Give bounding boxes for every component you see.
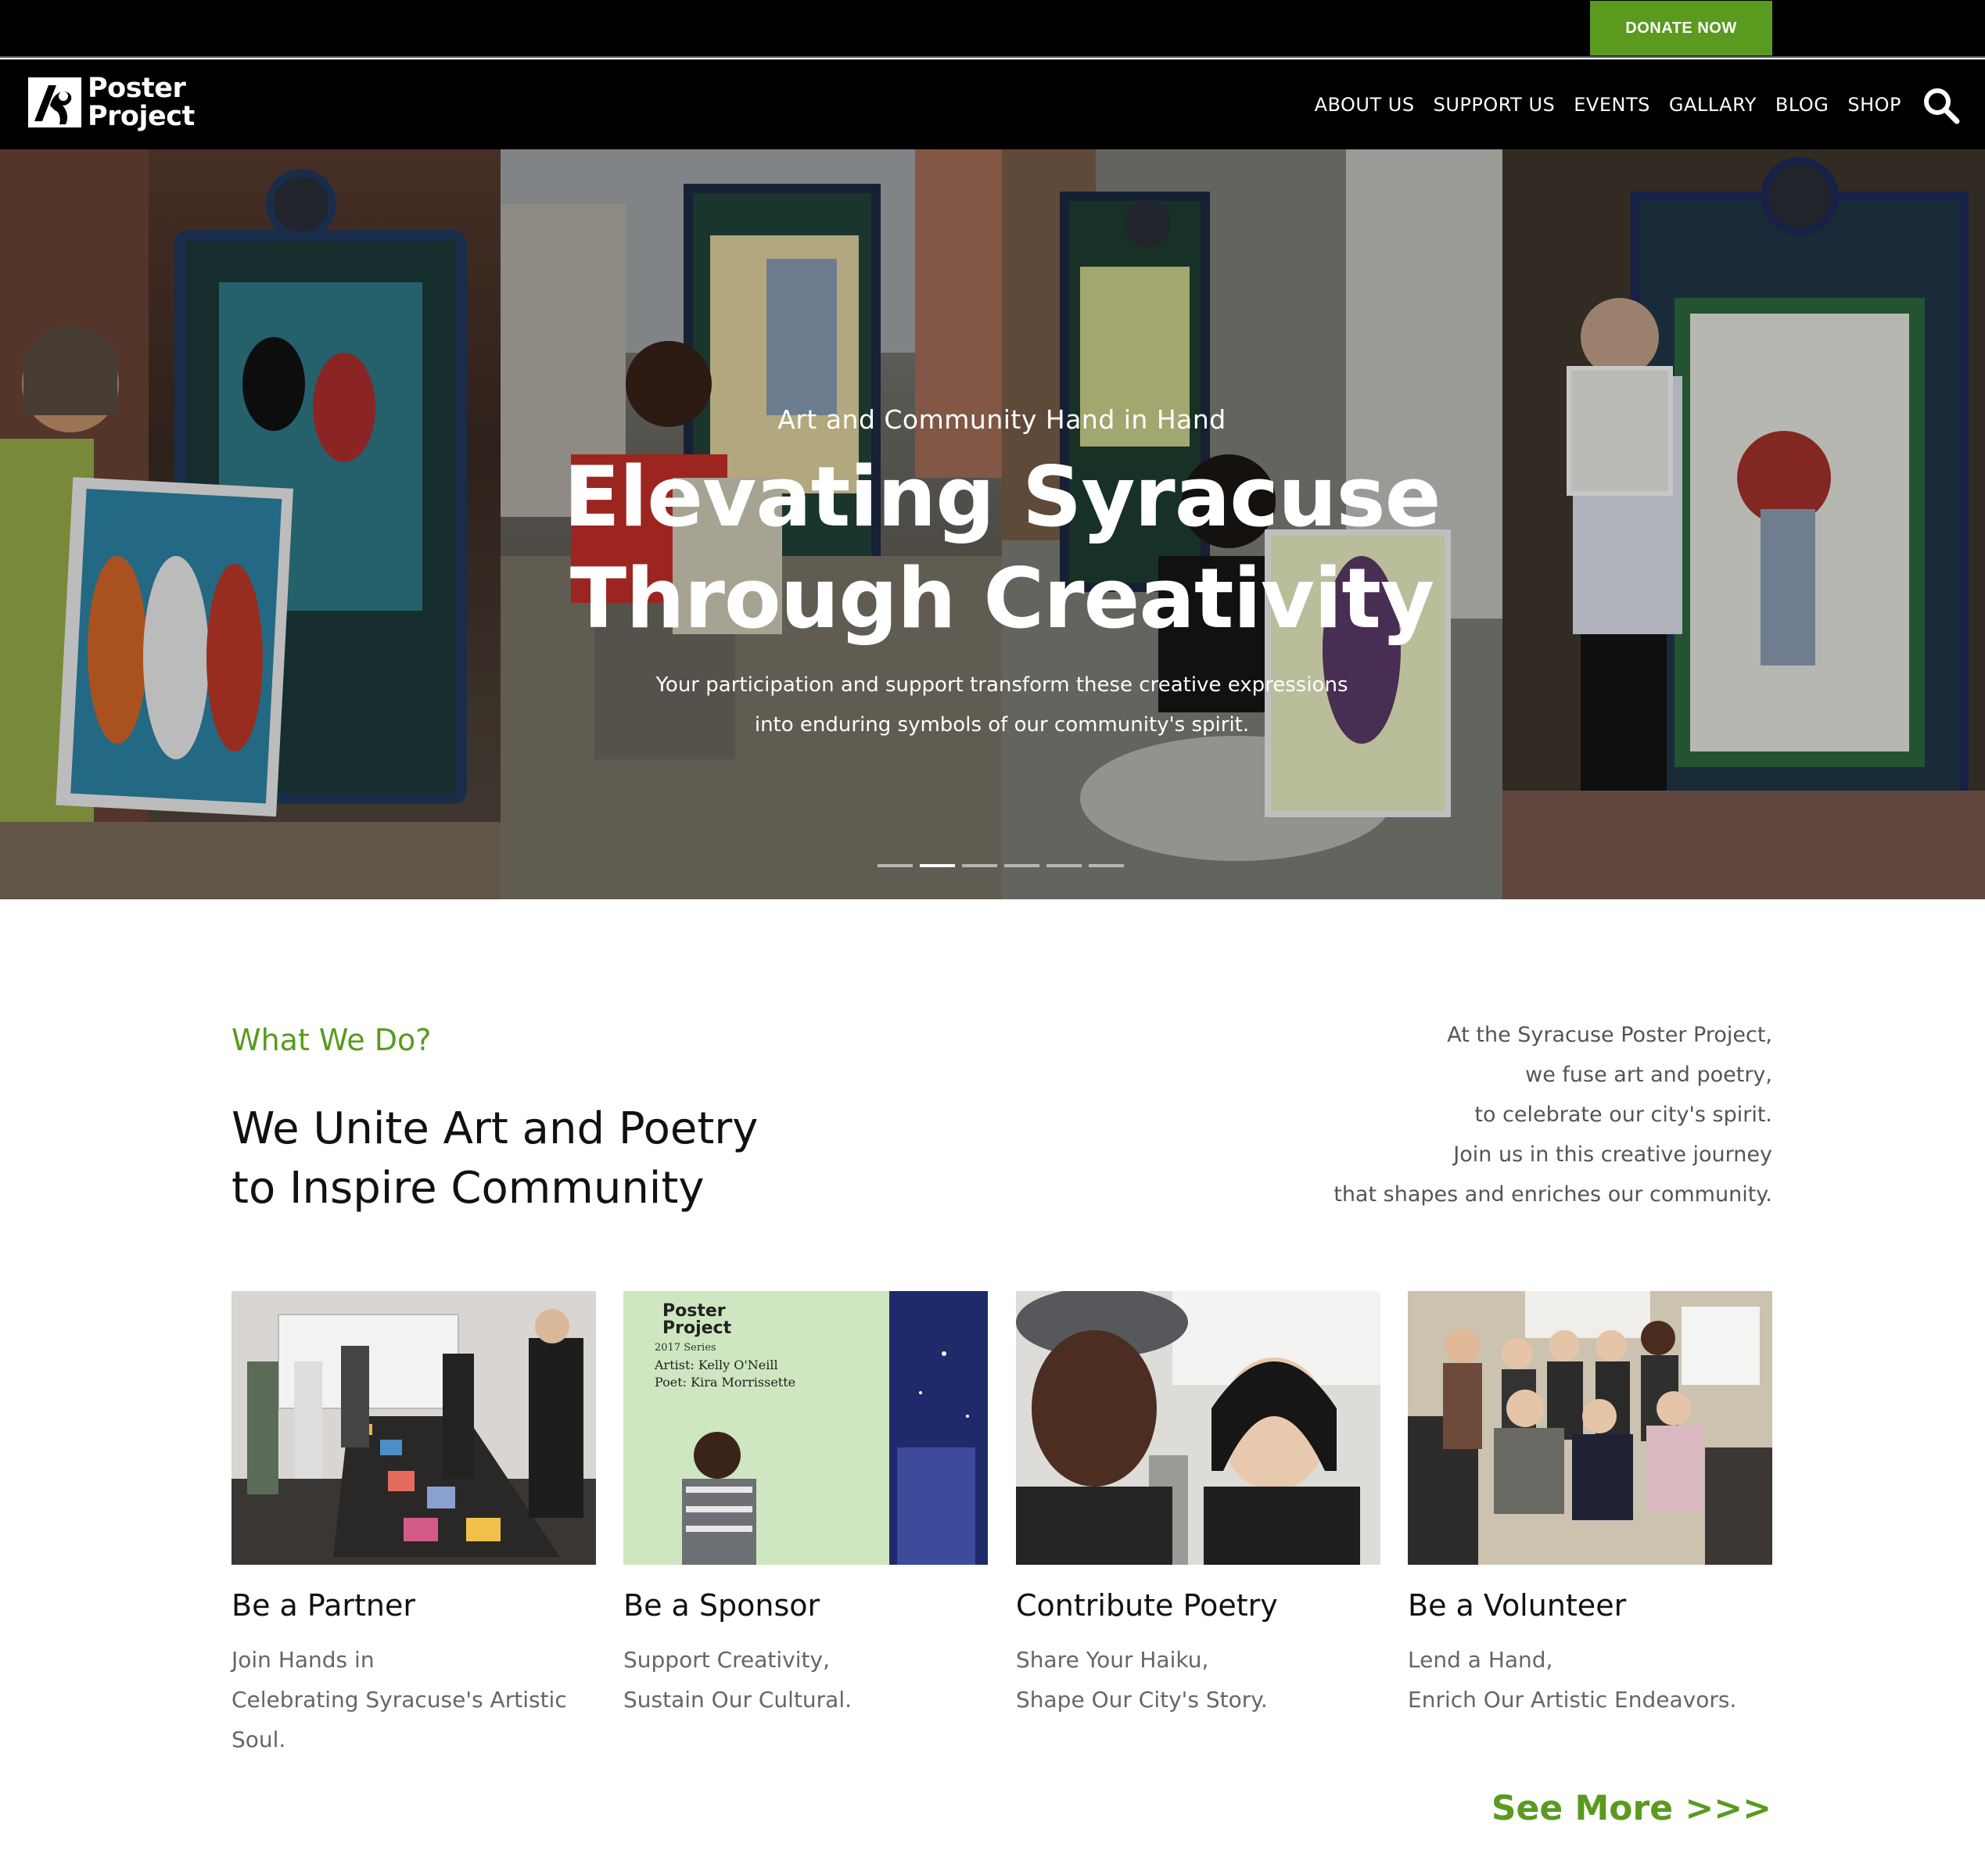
card-title[interactable]: Contribute Poetry [1016, 1588, 1380, 1623]
hero-title-line-1: Elevating Syracuse [563, 449, 1441, 545]
section-title: We Unite Art and Poetry to Inspire Commu… [232, 1099, 857, 1218]
nav-item-support-us[interactable]: SUPPORT US [1434, 94, 1556, 116]
poster-brand-line-2: Project [662, 1318, 732, 1338]
section-title-line-1: We Unite Art and Poetry [232, 1103, 759, 1154]
hero-title: Elevating Syracuse Through Creativity [0, 447, 1985, 650]
card-description-line: Shape Our City's Story. [1016, 1687, 1268, 1713]
card-description: Join Hands in Celebrating Syracuse's Art… [232, 1640, 596, 1759]
slider-dot[interactable] [1089, 864, 1124, 867]
card-contribute-poetry[interactable]: Contribute Poetry Share Your Haiku, Shap… [1016, 1291, 1380, 1720]
photo-volunteer-group [1408, 1291, 1772, 1565]
section-title-line-2: to Inspire Community [232, 1163, 705, 1214]
section-description-line: to celebrate our city's spirit. [1474, 1103, 1772, 1127]
card-description-line: Join Hands in [232, 1647, 375, 1673]
poster-artist: Artist: Kelly O'Neill [654, 1358, 778, 1372]
see-more-link[interactable]: See More >>> [1491, 1788, 1771, 1828]
card-title[interactable]: Be a Sponsor [623, 1588, 988, 1623]
slider-dot[interactable] [920, 864, 955, 867]
hero-title-line-2: Through Creativity [569, 551, 1434, 647]
card-be-a-partner[interactable]: Be a Partner Join Hands in Celebrating S… [232, 1291, 596, 1759]
poster-series: 2017 Series [655, 1342, 716, 1354]
card-title[interactable]: Be a Partner [232, 1588, 596, 1623]
poster-project-logo-icon [28, 77, 81, 127]
section-description-line: we fuse art and poetry, [1525, 1063, 1772, 1087]
poster-poet: Poet: Kira Morrissette [655, 1375, 795, 1390]
card-description: Share Your Haiku, Shape Our City's Story… [1016, 1640, 1380, 1720]
primary-nav-menu: ABOUT US SUPPORT US EVENTS GALLARY BLOG … [1315, 59, 1901, 149]
section-description-line: that shapes and enriches our community. [1334, 1182, 1772, 1207]
hero-description-line-2: into enduring symbols of our community's… [754, 713, 1250, 737]
logo-word-poster: Poster [88, 73, 186, 104]
card-be-a-sponsor[interactable]: Poster Project 2017 Series Artist: Kelly… [623, 1291, 988, 1720]
photo-two-women-smiling [1016, 1291, 1380, 1565]
search-icon[interactable] [1922, 86, 1961, 125]
photo-people-reviewing-posters [232, 1291, 596, 1565]
card-be-a-volunteer[interactable]: Be a Volunteer Lend a Hand, Enrich Our A… [1408, 1291, 1772, 1720]
hero-description-line-1: Your participation and support transform… [655, 673, 1348, 697]
section-description: At the Syracuse Poster Project, we fuse … [1251, 1015, 1772, 1214]
donate-now-button[interactable]: DONATE NOW [1590, 1, 1772, 56]
card-description-line: Support Creativity, [623, 1647, 830, 1673]
card-description: Lend a Hand, Enrich Our Artistic Endeavo… [1408, 1640, 1772, 1720]
card-description-line: Sustain Our Cultural. [623, 1687, 853, 1713]
top-utility-bar: DONATE NOW [0, 0, 1985, 58]
slider-dot[interactable] [1046, 864, 1082, 867]
card-image-poetry[interactable] [1016, 1291, 1380, 1565]
card-image-partner[interactable] [232, 1291, 596, 1565]
section-description-line: Join us in this creative journey [1453, 1142, 1772, 1167]
section-eyebrow: What We Do? [232, 1023, 432, 1057]
slider-pagination [878, 864, 1124, 867]
hero-subtitle: Art and Community Hand in Hand [777, 404, 1226, 435]
card-image-sponsor[interactable]: Poster Project 2017 Series Artist: Kelly… [623, 1291, 988, 1565]
card-title[interactable]: Be a Volunteer [1408, 1588, 1772, 1623]
nav-item-blog[interactable]: BLOG [1775, 94, 1829, 116]
photo-poet-reading-at-event: Poster Project 2017 Series Artist: Kelly… [623, 1291, 988, 1565]
card-description-line: Celebrating Syracuse's Artistic [232, 1687, 567, 1713]
slider-dot[interactable] [878, 864, 913, 867]
card-image-volunteer[interactable] [1408, 1291, 1772, 1565]
nav-item-gallery[interactable]: GALLARY [1669, 94, 1757, 116]
section-description-line: At the Syracuse Poster Project, [1447, 1023, 1772, 1047]
nav-item-events[interactable]: EVENTS [1574, 94, 1650, 116]
nav-item-shop[interactable]: SHOP [1847, 94, 1901, 116]
card-description: Support Creativity, Sustain Our Cultural… [623, 1640, 988, 1720]
logo-word-project: Project [88, 101, 195, 132]
card-description-line: Share Your Haiku, [1016, 1647, 1209, 1673]
slider-dot[interactable] [1004, 864, 1039, 867]
card-description-line: Soul. [232, 1727, 286, 1752]
logo-wordmark: Poster Project [88, 74, 195, 131]
card-description-line: Enrich Our Artistic Endeavors. [1408, 1687, 1737, 1713]
main-navbar: Poster Project ABOUT US SUPPORT US EVENT… [0, 59, 1985, 149]
hero-slider: Art and Community Hand in Hand Elevating… [0, 149, 1985, 899]
hero-description: Your participation and support transform… [0, 665, 1985, 745]
card-description-line: Lend a Hand, [1408, 1647, 1553, 1673]
nav-item-about-us[interactable]: ABOUT US [1315, 94, 1415, 116]
site-logo[interactable]: Poster Project [27, 73, 195, 132]
slider-dot[interactable] [962, 864, 997, 867]
